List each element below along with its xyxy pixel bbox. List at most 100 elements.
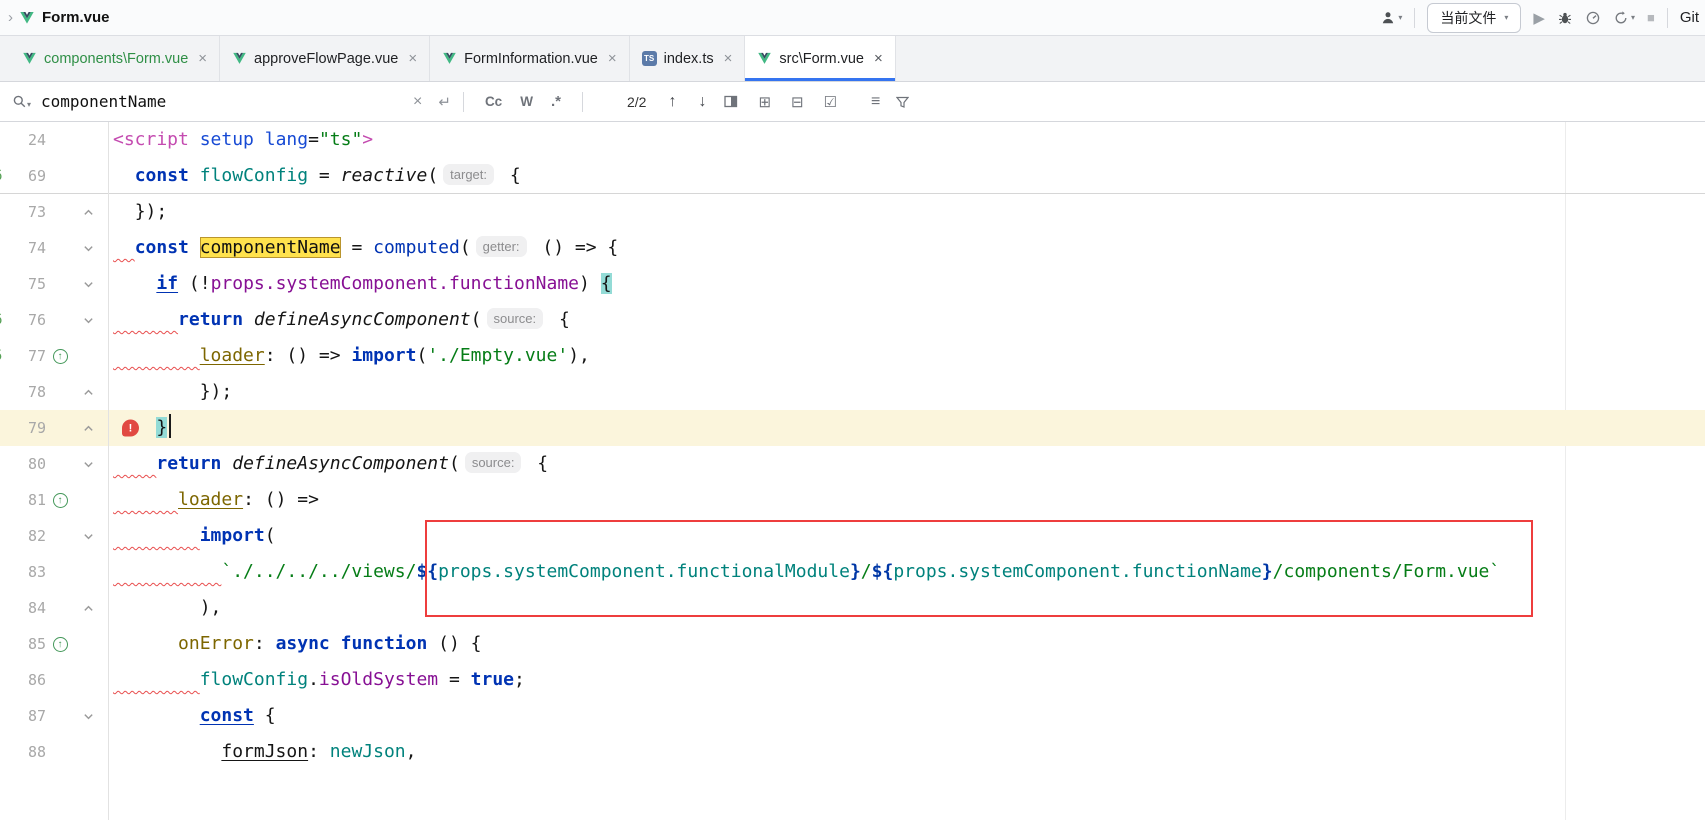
tab-close-icon[interactable]: × [198, 50, 207, 67]
line-number[interactable]: 75 [0, 275, 46, 293]
code-text[interactable]: formJson: newJson, [108, 734, 1705, 770]
chevron-right-icon[interactable]: › [8, 9, 13, 26]
line-number[interactable]: 79 [0, 419, 46, 437]
previous-match-button[interactable]: ↑ [668, 93, 676, 111]
fold-open-icon[interactable] [74, 279, 102, 290]
search-icon[interactable]: ▾ [12, 94, 31, 109]
code-line-86[interactable]: 86 flowConfig.isOldSystem = true; [0, 662, 1705, 698]
line-number[interactable]: 86 [0, 671, 46, 689]
line-number[interactable]: 73 [0, 203, 46, 221]
filter-button[interactable] [896, 96, 909, 108]
whole-words-toggle[interactable]: W [520, 94, 533, 109]
code-text[interactable]: loader: () => import('./Empty.vue'), [108, 338, 1705, 374]
tab-forminformation-vue[interactable]: FormInformation.vue× [430, 36, 630, 81]
code-line-84[interactable]: 84 ), [0, 590, 1705, 626]
line-number[interactable]: 87 [0, 707, 46, 725]
tab-close-icon[interactable]: × [724, 50, 733, 67]
line-number[interactable]: 88 [0, 743, 46, 761]
debug-button[interactable] [1557, 10, 1573, 26]
line-number[interactable]: 76 [0, 311, 46, 329]
code-line-88[interactable]: 88 formJson: newJson, [0, 734, 1705, 770]
fold-open-icon[interactable] [74, 243, 102, 254]
line-number[interactable]: 78 [0, 383, 46, 401]
code-line-69[interactable]: 669 const flowConfig = reactive(target: … [0, 158, 1705, 194]
fold-close-icon[interactable] [74, 387, 102, 398]
run-button[interactable]: ▶ [1533, 9, 1545, 27]
code-text[interactable]: }); [108, 374, 1705, 410]
editor[interactable]: 24<script setup lang="ts">669 const flow… [0, 122, 1705, 820]
clear-search-icon[interactable]: × [413, 93, 422, 111]
tab-src-form-vue[interactable]: src\Form.vue× [745, 36, 895, 81]
code-text[interactable]: }); [108, 194, 1705, 230]
match-case-toggle[interactable]: Cc [485, 94, 502, 109]
code-text[interactable]: ), [108, 590, 1705, 626]
code-line-73[interactable]: 73 }); [0, 194, 1705, 230]
next-match-button[interactable]: ↓ [698, 93, 706, 111]
code-line-76[interactable]: 676 return defineAsyncComponent(source: … [0, 302, 1705, 338]
view-options-button[interactable]: ≡ [871, 93, 880, 111]
fold-open-icon[interactable] [74, 711, 102, 722]
fold-close-icon[interactable] [74, 207, 102, 218]
implemented-up-arrow-icon[interactable]: ↑ [53, 637, 68, 652]
tab-close-icon[interactable]: × [608, 50, 617, 67]
code-line-87[interactable]: 87 const { [0, 698, 1705, 734]
implemented-up-arrow-icon[interactable]: ↑ [53, 349, 68, 364]
tab-approveflowpage-vue[interactable]: approveFlowPage.vue× [220, 36, 430, 81]
code-text[interactable]: flowConfig.isOldSystem = true; [108, 662, 1705, 698]
line-number[interactable]: 24 [0, 131, 46, 149]
line-number[interactable]: 74 [0, 239, 46, 257]
code-line-77[interactable]: 577↑ loader: () => import('./Empty.vue')… [0, 338, 1705, 374]
code-text[interactable]: } [108, 410, 1705, 446]
remove-occurrence-button[interactable]: ⊟ [791, 93, 804, 111]
run-configuration-selector[interactable]: 当前文件 ▾ [1427, 3, 1521, 33]
code-area[interactable]: 24<script setup lang="ts">669 const flow… [0, 122, 1705, 770]
code-line-85[interactable]: 85 ↑ onError: async function () { [0, 626, 1705, 662]
code-text[interactable]: const componentName = computed(getter: (… [108, 230, 1705, 266]
line-number[interactable]: 83 [0, 563, 46, 581]
line-number[interactable]: 84 [0, 599, 46, 617]
line-number[interactable]: 82 [0, 527, 46, 545]
line-number[interactable]: 85 [0, 635, 46, 653]
code-text[interactable]: onError: async function () { [108, 626, 1705, 662]
code-text[interactable]: import( [108, 518, 1705, 554]
code-line-82[interactable]: 82 import( [0, 518, 1705, 554]
tab-index-ts[interactable]: TSindex.ts× [630, 36, 746, 81]
profiler-button[interactable] [1585, 10, 1601, 26]
code-text[interactable]: const flowConfig = reactive(target: { [108, 158, 1705, 193]
code-line-79[interactable]: 79 }! [0, 410, 1705, 446]
stop-button[interactable]: ■ [1647, 10, 1655, 25]
open-results-in-window-button[interactable] [724, 95, 738, 108]
user-accounts-button[interactable]: ▾ [1380, 10, 1402, 26]
search-input[interactable] [41, 92, 409, 111]
code-text[interactable]: return defineAsyncComponent(source: { [108, 302, 1705, 338]
code-line-83[interactable]: 83 `./../../../views/${props.systemCompo… [0, 554, 1705, 590]
add-occurrence-button[interactable]: ⊞ [758, 93, 771, 111]
fold-open-icon[interactable] [74, 315, 102, 326]
tab-components-form-vue[interactable]: components\Form.vue× [10, 36, 220, 81]
implemented-up-arrow-icon[interactable]: ↑ [53, 493, 68, 508]
fold-open-icon[interactable] [74, 531, 102, 542]
code-line-24[interactable]: 24<script setup lang="ts"> [0, 122, 1705, 158]
code-text[interactable]: `./../../../views/${props.systemComponen… [108, 554, 1705, 590]
regex-toggle[interactable]: .* [551, 93, 561, 110]
tab-close-icon[interactable]: × [874, 50, 883, 67]
tab-close-icon[interactable]: × [408, 50, 417, 67]
code-line-74[interactable]: 74 const componentName = computed(getter… [0, 230, 1705, 266]
code-line-80[interactable]: 80 return defineAsyncComponent(source: { [0, 446, 1705, 482]
line-number[interactable]: 80 [0, 455, 46, 473]
code-text[interactable]: const { [108, 698, 1705, 734]
fold-open-icon[interactable] [74, 459, 102, 470]
code-text[interactable]: if (!props.systemComponent.functionName)… [108, 266, 1705, 302]
fold-close-icon[interactable] [74, 423, 102, 434]
line-number[interactable]: 77 [0, 347, 46, 365]
code-line-78[interactable]: 78 }); [0, 374, 1705, 410]
rerun-button[interactable]: ▾ [1613, 10, 1635, 26]
newline-icon[interactable]: ↵ [438, 93, 451, 111]
code-line-75[interactable]: 75 if (!props.systemComponent.functionNa… [0, 266, 1705, 302]
select-all-occurrences-button[interactable]: ☑ [824, 93, 837, 111]
line-number[interactable]: 81 [0, 491, 46, 509]
error-icon[interactable]: ! [122, 420, 139, 437]
line-number[interactable]: 69 [0, 167, 46, 185]
fold-close-icon[interactable] [74, 603, 102, 614]
code-text[interactable]: loader: () => [108, 482, 1705, 518]
